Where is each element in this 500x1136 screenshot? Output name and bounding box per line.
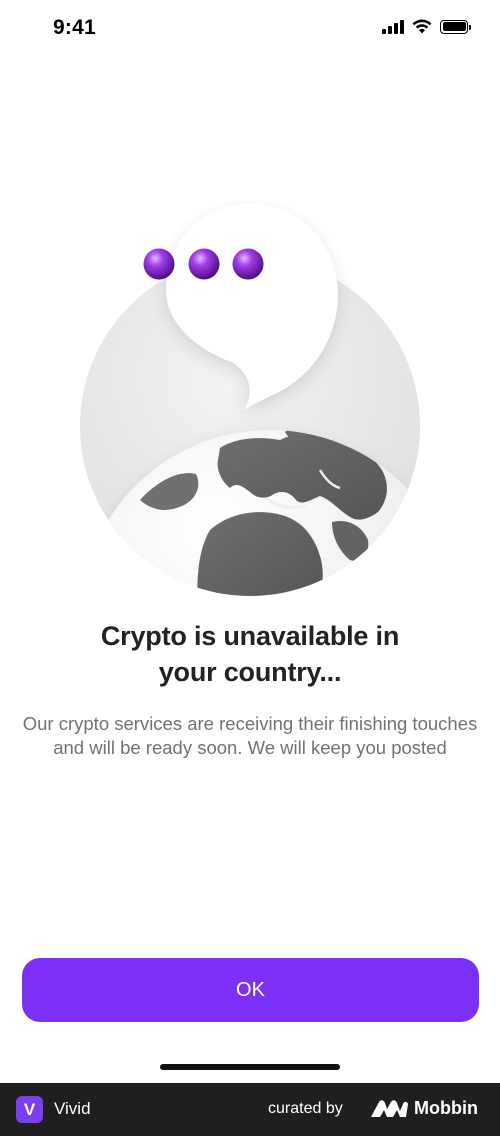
mobbin-logo-icon	[371, 1100, 408, 1117]
page-title: Crypto is unavailable in your country...	[40, 618, 460, 690]
ok-button-label: OK	[236, 978, 265, 1001]
illustration	[80, 204, 420, 596]
footer-bar: V Vivid curated by Mobbin	[0, 1083, 500, 1136]
home-indicator[interactable]	[160, 1064, 340, 1070]
cellular-signal-icon	[382, 19, 404, 34]
battery-icon	[440, 19, 471, 34]
status-icons	[382, 19, 471, 34]
title-line-2: your country...	[158, 657, 342, 687]
status-time: 9:41	[53, 16, 96, 39]
typing-dots-icon	[143, 248, 264, 280]
mobbin-name: Mobbin	[414, 1098, 478, 1118]
wifi-icon	[412, 19, 432, 34]
status-bar: 9:41	[0, 0, 500, 56]
curated-by-label: curated by	[268, 1100, 343, 1117]
vivid-logo-letter: V	[23, 1099, 36, 1119]
vivid-logo-icon: V	[16, 1096, 43, 1123]
title-line-1: Crypto is unavailable in	[100, 621, 400, 651]
description-text: Our crypto services are receiving their …	[22, 713, 478, 758]
crypto-unavailable-screen: 9:41 Crypto is unavailable in your count…	[0, 0, 500, 1136]
ok-button[interactable]: OK	[22, 958, 479, 1022]
app-name: Vivid	[54, 1099, 91, 1118]
